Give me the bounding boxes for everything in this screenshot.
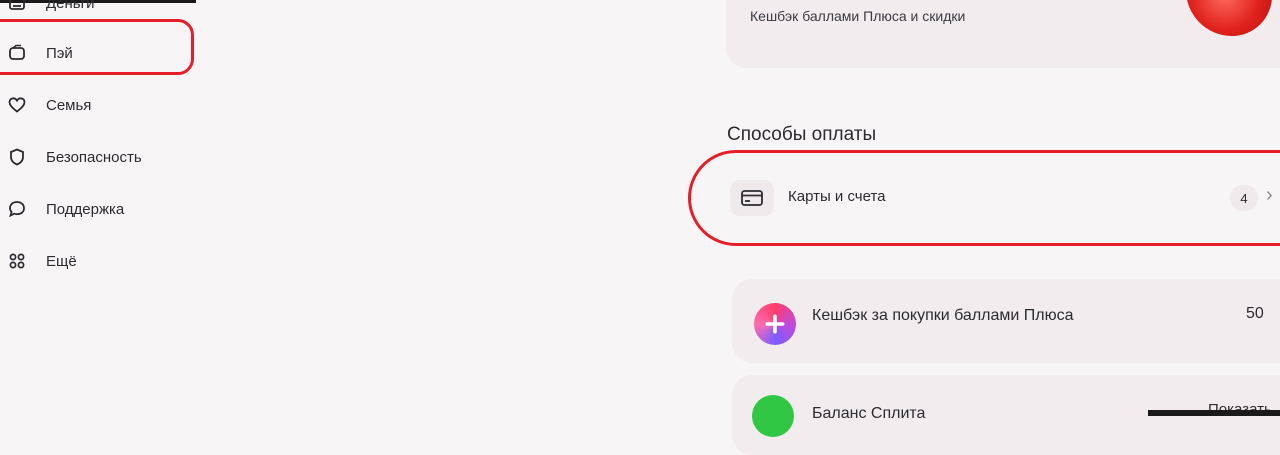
chevron-right-icon: › xyxy=(1266,184,1273,206)
offer-subtitle: Кешбэк баллами Плюса и скидки xyxy=(750,8,966,24)
sidebar-item-money[interactable]: Деньги xyxy=(6,0,94,18)
sidebar-item-family[interactable]: Семья xyxy=(6,90,91,120)
sidebar-item-support[interactable]: Поддержка xyxy=(6,194,124,224)
wallet-icon xyxy=(6,0,28,14)
split-icon xyxy=(752,395,794,437)
cashback-value: 50 xyxy=(1246,305,1264,322)
cashback-label: Кешбэк за покупки баллами Плюса xyxy=(812,307,1074,324)
cards-count-badge: 4 xyxy=(1230,185,1258,211)
apple-illustration xyxy=(1186,0,1272,36)
sidebar-item-more[interactable]: Ещё xyxy=(6,246,77,276)
split-balance-label: Баланс Сплита xyxy=(812,405,926,422)
heart-icon xyxy=(6,94,28,116)
sidebar-item-label: Поддержка xyxy=(46,200,125,218)
sidebar: Деньги Пэй Семья Безопасность Поддержка … xyxy=(0,0,260,416)
sidebar-item-pay[interactable]: Пэй xyxy=(6,38,73,68)
sidebar-item-label: Деньги xyxy=(46,0,95,12)
sidebar-item-label: Ещё xyxy=(46,252,77,270)
chat-icon xyxy=(6,198,28,220)
cards-and-accounts-row[interactable]: Карты и счета 4 › xyxy=(726,168,1280,228)
cashback-card[interactable]: Кешбэк за покупки баллами Плюса 50 xyxy=(732,279,1280,363)
bottom-edge-strip xyxy=(1148,410,1280,416)
shield-icon xyxy=(6,146,28,168)
grid-icon xyxy=(6,250,28,272)
sidebar-item-label: Безопасность xyxy=(46,148,142,166)
cards-and-accounts-label: Карты и счета xyxy=(788,188,886,205)
sidebar-item-security[interactable]: Безопасность xyxy=(6,142,142,172)
plus-icon xyxy=(754,303,796,345)
card-icon xyxy=(730,180,774,216)
plus-offer-card[interactable]: Кешбэк баллами Плюса и скидки xyxy=(726,0,1280,68)
sidebar-item-label: Пэй xyxy=(46,44,73,62)
sidebar-item-label: Семья xyxy=(46,96,92,114)
pay-icon xyxy=(6,42,28,64)
section-title-payment-methods: Способы оплаты xyxy=(727,124,877,145)
